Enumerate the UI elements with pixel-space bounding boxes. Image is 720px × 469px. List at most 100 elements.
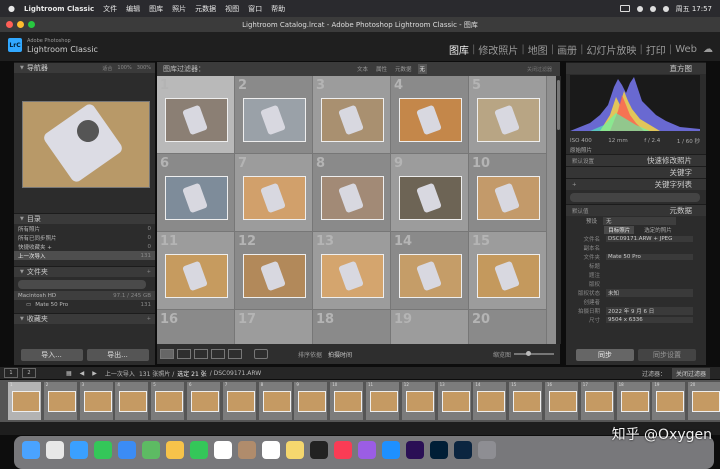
navigator-header[interactable]: ▼ 导航器 适合 100% 300%	[14, 62, 155, 73]
filmstrip-cell[interactable]: 13	[437, 382, 472, 420]
filmstrip-cell[interactable]: 19	[652, 382, 687, 420]
grid-cell[interactable]: 16	[157, 310, 235, 344]
catalog-item-quick[interactable]: 快捷收藏夹 +0	[14, 242, 155, 251]
battery-icon[interactable]	[619, 5, 630, 12]
grid-cell[interactable]: 3	[313, 76, 391, 154]
menu-app-name[interactable]: Lightroom Classic	[24, 5, 94, 13]
menu-help[interactable]: 帮助	[271, 4, 285, 14]
filmstrip-thumbnail[interactable]	[620, 391, 649, 412]
metadata-field-row[interactable]: 文件名 DSC09171.ARW + JPEG	[566, 234, 706, 243]
back-arrow-icon[interactable]: ◀	[80, 370, 85, 377]
photo-thumbnail[interactable]	[321, 176, 384, 220]
catalog-header[interactable]: ▼ 目录	[14, 213, 155, 224]
finder-icon[interactable]	[22, 441, 40, 459]
filmstrip-thumbnail[interactable]	[477, 391, 506, 412]
filmstrip-thumbnail[interactable]	[155, 391, 184, 412]
photoshop-icon[interactable]	[430, 441, 448, 459]
forward-arrow-icon[interactable]: ▶	[92, 370, 97, 377]
metadata-field-row[interactable]: 副本名	[566, 243, 706, 252]
target-photo-tab[interactable]: 目标照片	[604, 225, 635, 234]
photo-thumbnail[interactable]	[477, 176, 540, 220]
loupe-view-icon[interactable]	[177, 349, 191, 359]
module-web[interactable]: Web	[672, 44, 700, 55]
thumbnail-size-slider[interactable]	[514, 351, 554, 356]
keywording-header[interactable]: 关键字	[566, 166, 706, 178]
control-center-icon[interactable]	[662, 5, 669, 12]
folder-mate50[interactable]: ▭ Mate 50 Pro 131	[14, 300, 155, 309]
page-1-button[interactable]: 1	[4, 368, 18, 378]
close-window-icon[interactable]	[6, 21, 13, 28]
menu-clock[interactable]: 周五 17:57	[676, 4, 712, 14]
zoom-100[interactable]: 100%	[117, 65, 131, 72]
grid-cell[interactable]: 13	[313, 232, 391, 310]
mail-icon[interactable]	[118, 441, 136, 459]
volume-row[interactable]: Macintosh HD 97.1 / 245 GB	[14, 291, 155, 300]
import-button[interactable]: 导入...	[20, 349, 83, 361]
photo-thumbnail[interactable]	[165, 98, 228, 142]
module-library[interactable]: 图库	[446, 42, 472, 57]
catalog-item-all[interactable]: 所有照片 0	[14, 224, 155, 233]
metadata-preset-row[interactable]: 预设无	[566, 216, 706, 225]
metadata-field-row[interactable]: 文件夹 Mate 50 Pro	[566, 252, 706, 261]
filmstrip-thumbnail[interactable]	[191, 391, 219, 412]
grid-cell[interactable]: 6	[157, 154, 235, 232]
metadata-preset-label[interactable]: 默认值	[572, 207, 589, 215]
filmstrip-thumbnail[interactable]	[262, 391, 291, 412]
metadata-field-value[interactable]: Mate 50 Pro	[606, 253, 693, 260]
keyword-search-input[interactable]	[570, 192, 700, 202]
module-map[interactable]: 地图	[525, 42, 551, 57]
export-button[interactable]: 导出...	[86, 349, 149, 361]
filmstrip-cell[interactable]: 9	[294, 382, 329, 420]
search-icon[interactable]	[649, 5, 656, 12]
grid-cell[interactable]: 8	[313, 154, 391, 232]
photo-thumbnail[interactable]	[477, 254, 540, 298]
folders-header[interactable]: ▼ 文件夹 +	[14, 266, 155, 277]
grid-cell[interactable]: 2	[235, 76, 313, 154]
metadata-field-row[interactable]: 标题	[566, 261, 706, 270]
filmstrip-thumbnail[interactable]	[334, 391, 363, 412]
safari-icon[interactable]	[70, 441, 88, 459]
calendar-icon[interactable]	[214, 441, 232, 459]
menu-metadata[interactable]: 元数据	[195, 4, 216, 14]
sync-button[interactable]: 同步	[576, 349, 634, 361]
filmstrip-thumbnail[interactable]	[513, 391, 542, 412]
filmstrip-cell[interactable]: 14	[473, 382, 508, 420]
grid-cell[interactable]: 19	[391, 310, 469, 344]
filter-tab-none[interactable]: 无	[417, 64, 428, 74]
metadata-field-row[interactable]: 创建者	[566, 297, 706, 306]
metadata-field-row[interactable]: 尺寸 9504 x 6336	[566, 315, 706, 324]
filmstrip-thumbnail[interactable]	[226, 391, 255, 412]
grid-cell[interactable]: 20	[469, 310, 547, 344]
cloud-sync-icon[interactable]: ☁	[700, 44, 716, 55]
menu-library[interactable]: 图库	[149, 4, 163, 14]
page-2-button[interactable]: 2	[22, 368, 36, 378]
selected-photos-tab[interactable]: 选定的照片	[644, 226, 672, 234]
metadata-header[interactable]: 默认值 元数据	[566, 204, 706, 216]
sort-value[interactable]: 拍摄时间	[328, 350, 352, 359]
grid-view-small-icon[interactable]: ▦	[66, 370, 72, 377]
metadata-field-value[interactable]: DSC09171.ARW + JPEG	[606, 235, 693, 242]
minimize-window-icon[interactable]	[17, 21, 24, 28]
menu-window[interactable]: 窗口	[248, 4, 262, 14]
metadata-field-value[interactable]: 未知	[606, 288, 693, 297]
photo-thumbnail[interactable]	[165, 254, 228, 298]
filmstrip-filter-select[interactable]: 关闭过滤器	[671, 367, 710, 379]
navigator-preview[interactable]	[22, 101, 150, 188]
filter-tab-attribute[interactable]: 属性	[374, 64, 389, 74]
premiere-icon[interactable]	[406, 441, 424, 459]
module-print[interactable]: 打印	[643, 42, 669, 57]
filmstrip-thumbnail[interactable]	[119, 391, 148, 412]
filmstrip-thumbnail[interactable]	[692, 391, 720, 412]
filmstrip-cell[interactable]: 1	[8, 382, 42, 420]
apple-menu-icon[interactable]: ●	[8, 4, 15, 13]
grid-cell[interactable]: 12	[235, 232, 313, 310]
filmstrip-cell[interactable]: 6	[187, 382, 221, 420]
filmstrip-thumbnail[interactable]	[370, 391, 398, 412]
menu-edit[interactable]: 编辑	[126, 4, 140, 14]
module-develop[interactable]: 修改照片	[475, 42, 521, 57]
grid-scrollbar[interactable]	[556, 76, 561, 344]
notes-icon[interactable]	[286, 441, 304, 459]
filmstrip-thumbnail[interactable]	[298, 391, 327, 412]
grid-cell[interactable]: 7	[235, 154, 313, 232]
filmstrip-thumbnail[interactable]	[83, 391, 112, 412]
